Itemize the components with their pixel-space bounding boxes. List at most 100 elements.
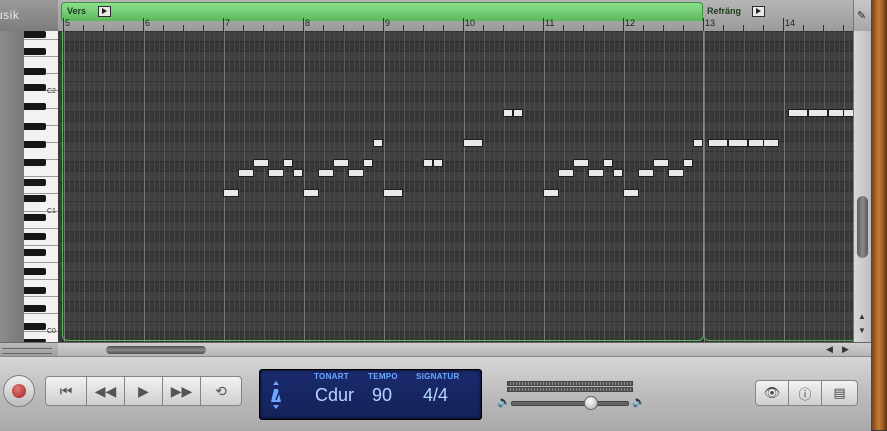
- lcd-display[interactable]: TONART TEMPO SIGNATUR Cdur 90 4/4: [259, 369, 482, 420]
- midi-note[interactable]: [763, 139, 779, 147]
- go-to-start-button[interactable]: ⏮: [45, 376, 87, 406]
- midi-note[interactable]: [433, 159, 443, 167]
- midi-note[interactable]: [588, 169, 604, 177]
- midi-note[interactable]: [683, 159, 693, 167]
- speaker-high-icon: 🔊: [632, 396, 646, 408]
- black-key[interactable]: [24, 103, 46, 110]
- midi-note[interactable]: [223, 189, 239, 197]
- midi-note[interactable]: [348, 169, 364, 177]
- midi-note[interactable]: [383, 189, 403, 197]
- midi-note[interactable]: [268, 169, 284, 177]
- pencil-icon[interactable]: ✎: [857, 9, 868, 22]
- midi-note[interactable]: [253, 159, 269, 167]
- midi-note[interactable]: [558, 169, 574, 177]
- black-key[interactable]: [24, 123, 46, 130]
- black-key[interactable]: [24, 48, 46, 55]
- midi-note[interactable]: [423, 159, 433, 167]
- midi-note[interactable]: [603, 159, 613, 167]
- vertical-scroll-thumb[interactable]: [857, 196, 868, 258]
- midi-note[interactable]: [808, 109, 828, 117]
- midi-note[interactable]: [788, 109, 808, 117]
- horizontal-scrollbar[interactable]: ◀ ▶: [58, 342, 853, 357]
- region-refrang-play-icon[interactable]: [752, 6, 765, 17]
- timeline-ruler[interactable]: Vers Refräng 5 6 7 8 9 10 11 12 13 14: [58, 0, 853, 31]
- midi-note[interactable]: [543, 189, 559, 197]
- black-key[interactable]: [24, 68, 46, 75]
- black-key[interactable]: [24, 195, 46, 202]
- midi-note[interactable]: [363, 159, 373, 167]
- key-value[interactable]: Cdur: [315, 385, 354, 406]
- midi-note[interactable]: [513, 109, 523, 117]
- midi-note[interactable]: [573, 159, 589, 167]
- pencil-tool[interactable]: ✎: [853, 0, 872, 31]
- play-button[interactable]: ▶: [124, 376, 163, 406]
- black-key[interactable]: [24, 305, 46, 312]
- black-key[interactable]: [24, 179, 46, 186]
- midi-note[interactable]: [333, 159, 349, 167]
- fast-forward-button[interactable]: ▶▶: [162, 376, 201, 406]
- scroll-left-icon[interactable]: ◀: [826, 344, 833, 355]
- view-button[interactable]: 👁: [755, 380, 789, 406]
- cycle-button[interactable]: ⟲: [200, 376, 242, 406]
- skip-start-icon: ⏮: [59, 382, 73, 399]
- media-browser-icon: ▤: [833, 385, 846, 400]
- bar-number: 9: [385, 18, 391, 28]
- black-key[interactable]: [24, 141, 46, 148]
- midi-note[interactable]: [293, 169, 303, 177]
- midi-note[interactable]: [613, 169, 623, 177]
- midi-note[interactable]: [318, 169, 334, 177]
- black-key[interactable]: [24, 249, 46, 256]
- midi-note[interactable]: [843, 109, 853, 117]
- midi-note[interactable]: [668, 169, 684, 177]
- metronome-icon[interactable]: [268, 380, 284, 409]
- media-browser-button[interactable]: ▤: [821, 380, 858, 406]
- midi-note[interactable]: [708, 139, 728, 147]
- midi-note[interactable]: [463, 139, 483, 147]
- piano-roll-grid[interactable]: [60, 31, 853, 342]
- black-key[interactable]: [24, 233, 46, 240]
- midi-note[interactable]: [503, 109, 513, 117]
- info-button[interactable]: ⓘ: [788, 380, 822, 406]
- black-key[interactable]: [24, 214, 46, 221]
- master-volume-slider[interactable]: [511, 401, 629, 406]
- horizontal-scroll-thumb[interactable]: [106, 346, 206, 354]
- midi-note[interactable]: [303, 189, 319, 197]
- tempo-value[interactable]: 90: [372, 385, 392, 406]
- white-key-divider: [24, 39, 58, 40]
- bar-tick: [703, 18, 704, 31]
- midi-note[interactable]: [653, 159, 669, 167]
- scroll-right-icon[interactable]: ▶: [842, 344, 849, 355]
- midi-note[interactable]: [728, 139, 748, 147]
- scroll-down-icon[interactable]: ▼: [858, 326, 866, 335]
- level-meter-right: [507, 387, 633, 392]
- region-strip[interactable]: Vers Refräng: [61, 2, 765, 21]
- midi-note[interactable]: [693, 139, 703, 147]
- bar-number: 5: [65, 18, 71, 28]
- black-key[interactable]: [24, 287, 46, 294]
- midi-note[interactable]: [283, 159, 293, 167]
- scroll-up-icon[interactable]: ▲: [858, 312, 866, 321]
- black-key[interactable]: [24, 159, 46, 166]
- midi-note[interactable]: [748, 139, 764, 147]
- master-volume-knob[interactable]: [584, 396, 598, 410]
- white-keys[interactable]: [24, 31, 58, 342]
- signature-value[interactable]: 4/4: [423, 385, 448, 406]
- midi-note[interactable]: [623, 189, 639, 197]
- region-vers-play-icon[interactable]: [98, 6, 111, 17]
- piano-keyboard[interactable]: C2 C1 C0: [0, 31, 58, 342]
- record-icon[interactable]: [3, 375, 35, 407]
- rewind-button[interactable]: ◀◀: [86, 376, 125, 406]
- keyboard-scroll-area: [0, 342, 58, 357]
- midi-note[interactable]: [373, 139, 383, 147]
- info-icon: ⓘ: [798, 386, 812, 402]
- midi-note[interactable]: [638, 169, 654, 177]
- region-label-refrang: Refräng: [707, 6, 742, 16]
- black-key[interactable]: [24, 31, 46, 38]
- black-key[interactable]: [24, 268, 46, 275]
- vertical-scrollbar[interactable]: ▲ ▼: [853, 31, 872, 342]
- black-key[interactable]: [24, 84, 46, 91]
- black-key[interactable]: [24, 323, 46, 330]
- midi-note[interactable]: [238, 169, 254, 177]
- rewind-icon: ◀◀: [94, 382, 117, 399]
- window-wood-edge: [871, 0, 887, 430]
